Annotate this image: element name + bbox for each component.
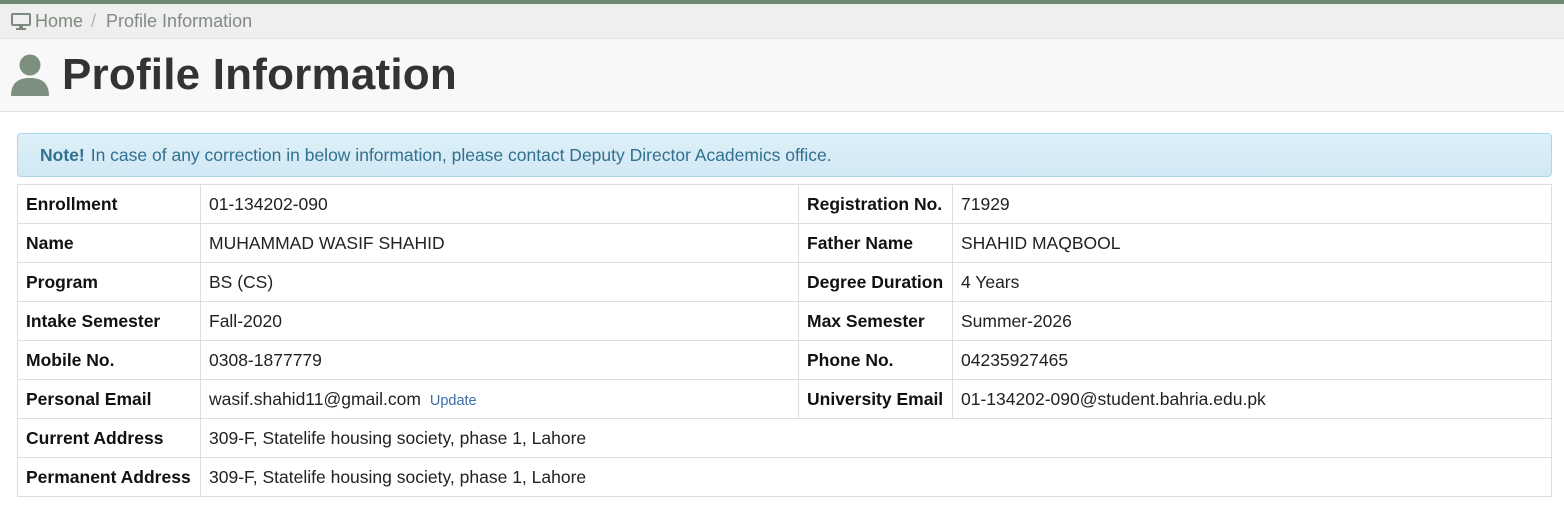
registration-no-label: Registration No.: [798, 184, 953, 224]
intake-semester-value: Fall-2020: [200, 301, 799, 341]
breadcrumb-home-label: Home: [35, 10, 84, 31]
max-semester-value: Summer-2026: [952, 301, 1552, 341]
personal-email-cell: wasif.shahid11@gmail.com Update: [200, 379, 799, 419]
university-email-value: 01-134202-090@student.bahria.edu.pk: [952, 379, 1552, 419]
page-title: Profile Information: [62, 50, 457, 99]
table-row: Program BS (CS) Degree Duration 4 Years: [17, 262, 1552, 302]
table-row: Enrollment 01-134202-090 Registration No…: [17, 184, 1552, 224]
phone-no-value: 04235927465: [952, 340, 1552, 380]
table-row: Personal Email wasif.shahid11@gmail.com …: [17, 379, 1552, 419]
name-value: MUHAMMAD WASIF SHAHID: [200, 223, 799, 263]
table-row: Current Address 309-F, Statelife housing…: [17, 418, 1552, 458]
father-name-value: SHAHID MAQBOOL: [952, 223, 1552, 263]
name-label: Name: [17, 223, 201, 263]
table-row: Intake Semester Fall-2020 Max Semester S…: [17, 301, 1552, 341]
max-semester-label: Max Semester: [798, 301, 953, 341]
enrollment-value: 01-134202-090: [200, 184, 799, 224]
permanent-address-label: Permanent Address: [17, 457, 201, 497]
update-email-link[interactable]: Update: [430, 393, 477, 409]
program-label: Program: [17, 262, 201, 302]
note-label: Note!: [40, 144, 85, 165]
mobile-no-label: Mobile No.: [17, 340, 201, 380]
user-icon: [11, 54, 49, 96]
note-alert: Note! In case of any correction in below…: [17, 133, 1552, 177]
father-name-label: Father Name: [798, 223, 953, 263]
note-text: In case of any correction in below infor…: [90, 144, 832, 165]
current-address-value: 309-F, Statelife housing society, phase …: [200, 418, 1552, 458]
table-row: Permanent Address 309-F, Statelife housi…: [17, 457, 1552, 497]
table-row: Mobile No. 0308-1877779 Phone No. 042359…: [17, 340, 1552, 380]
personal-email-label: Personal Email: [17, 379, 201, 419]
breadcrumb-separator: /: [91, 10, 97, 31]
university-email-label: University Email: [798, 379, 953, 419]
mobile-no-value: 0308-1877779: [200, 340, 799, 380]
table-row: Name MUHAMMAD WASIF SHAHID Father Name S…: [17, 223, 1552, 263]
monitor-icon: [11, 12, 31, 30]
registration-no-value: 71929: [952, 184, 1552, 224]
intake-semester-label: Intake Semester: [17, 301, 201, 341]
current-address-label: Current Address: [17, 418, 201, 458]
breadcrumb-home-link[interactable]: Home: [11, 11, 83, 32]
program-value: BS (CS): [200, 262, 799, 302]
permanent-address-value: 309-F, Statelife housing society, phase …: [200, 457, 1552, 497]
profile-table: Enrollment 01-134202-090 Registration No…: [17, 184, 1552, 497]
enrollment-label: Enrollment: [17, 184, 201, 224]
phone-no-label: Phone No.: [798, 340, 953, 380]
degree-duration-label: Degree Duration: [798, 262, 953, 302]
degree-duration-value: 4 Years: [952, 262, 1552, 302]
personal-email-value: wasif.shahid11@gmail.com: [209, 388, 421, 409]
page-header: Profile Information: [0, 39, 1564, 112]
breadcrumb-current: Profile Information: [106, 10, 253, 31]
breadcrumb: Home / Profile Information: [0, 4, 1564, 39]
